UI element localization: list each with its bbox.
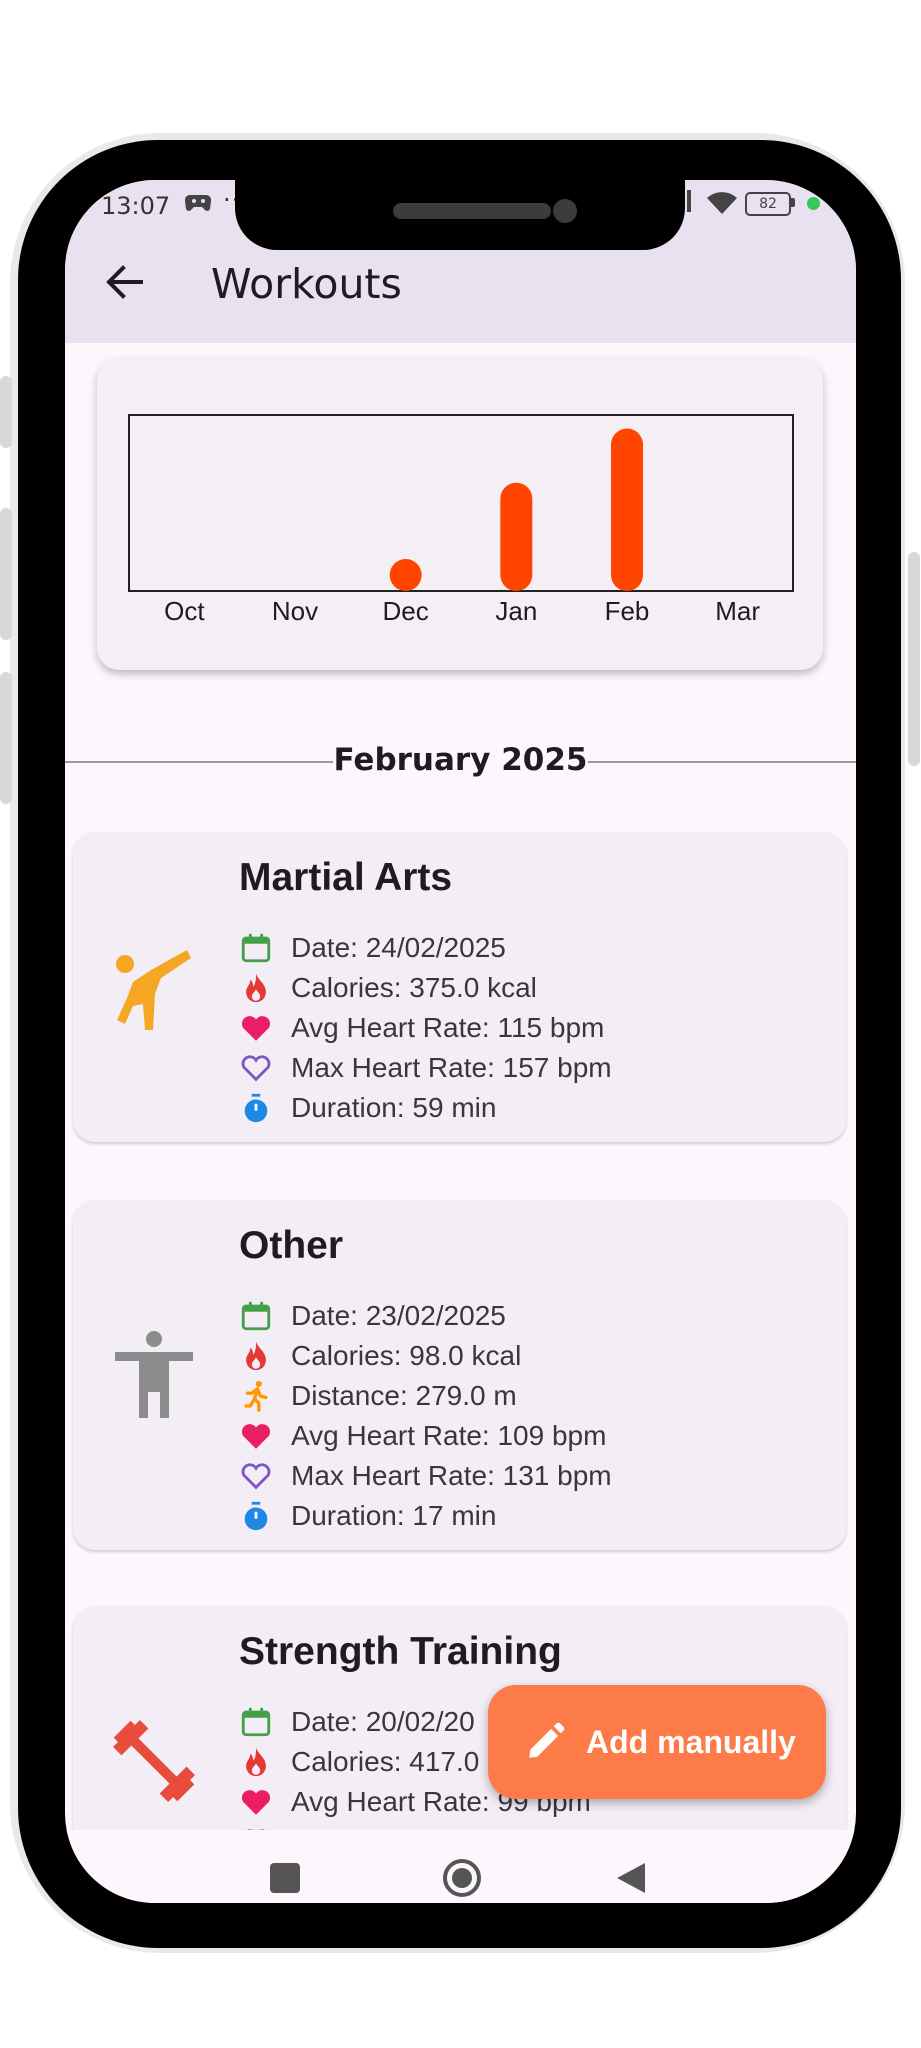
chart-tick-label: Nov — [272, 596, 318, 626]
workout-duration: Duration: 17 min — [291, 1500, 497, 1531]
chart-tick-label: Jan — [495, 596, 537, 626]
chart-bar — [500, 482, 533, 591]
side-button — [0, 508, 12, 640]
recents-button[interactable] — [270, 1863, 300, 1893]
person-icon — [113, 1330, 195, 1424]
max-heart-row: Max Heart Rate: 131 bpm — [239, 1456, 612, 1496]
timer-icon — [244, 1501, 268, 1531]
home-button[interactable] — [442, 1858, 482, 1898]
chart-bar — [389, 559, 422, 591]
fire-icon — [246, 1341, 266, 1371]
dumbbell-icon — [109, 1716, 199, 1810]
chart-bar — [611, 428, 643, 591]
date-row: Date: 24/02/2025 — [239, 928, 506, 968]
heart-outline-icon — [241, 1463, 271, 1490]
workout-card[interactable]: Martial Arts Date: 24/02/2025 Calories: … — [73, 832, 846, 1142]
workout-max-heart-rate: Max Heart Rate: 131 bpm — [291, 1460, 612, 1491]
avg-heart-row: Avg Heart Rate: 115 bpm — [239, 1008, 604, 1048]
workout-avg-heart-rate: Avg Heart Rate: 115 bpm — [291, 1012, 605, 1043]
duration-row: Duration: 59 min — [239, 1088, 496, 1128]
battery-icon: 82 — [745, 192, 791, 216]
chart-tick-label: Feb — [605, 596, 650, 626]
calories-row: Calories: 375.0 kcal — [239, 968, 537, 1008]
front-camera — [553, 199, 577, 223]
chart-card: Oct Nov Dec Jan Feb Mar — [97, 358, 823, 670]
screen: 13:07 ·· 82 Workouts Oct Nov Dec Jan Feb Mar … — [65, 180, 856, 1903]
game-controller-icon — [184, 192, 212, 218]
date-row: Date: 20/02/20 — [239, 1702, 475, 1742]
calories-row: Calories: 98.0 kcal — [239, 1336, 521, 1376]
workout-calories: Calories: 375.0 kcal — [291, 972, 537, 1003]
workout-title: Other — [239, 1224, 344, 1267]
date-row: Date: 23/02/2025 — [239, 1296, 506, 1336]
privacy-indicator — [807, 197, 820, 210]
calories-row: Calories: 417.0 — [239, 1742, 479, 1782]
calendar-icon — [241, 933, 271, 963]
workout-date: Date: 23/02/2025 — [291, 1300, 506, 1331]
workout-chart: Oct Nov Dec Jan Feb Mar — [128, 414, 794, 626]
back-nav-button[interactable] — [615, 1861, 647, 1899]
fab-label: Add manually — [586, 1723, 796, 1760]
chart-plot-area — [128, 414, 794, 592]
side-button — [0, 376, 12, 448]
workout-card[interactable]: Other Date: 23/02/2025 Calories: 98.0 kc… — [73, 1200, 846, 1550]
workout-distance: Distance: 279.0 m — [291, 1380, 517, 1411]
distance-row: Distance: 279.0 m — [239, 1376, 517, 1416]
add-manually-button[interactable]: Add manually — [488, 1685, 826, 1799]
workout-calories: Calories: 98.0 kcal — [291, 1340, 522, 1371]
system-nav-bar — [65, 1830, 856, 1903]
chart-tick-label: Dec — [383, 596, 429, 626]
heart-icon — [241, 1016, 271, 1041]
side-button — [908, 552, 920, 766]
wifi-icon — [705, 190, 739, 220]
month-header: February 2025 — [333, 742, 588, 778]
battery-tip — [791, 198, 795, 207]
workout-calories: Calories: 417.0 — [291, 1746, 480, 1777]
calendar-icon — [241, 1707, 271, 1737]
heart-icon — [241, 1790, 271, 1815]
timer-icon — [244, 1093, 268, 1123]
chart-tick-label: Oct — [164, 596, 205, 626]
workout-duration: Duration: 59 min — [291, 1092, 497, 1123]
workout-date: Date: 20/02/20 — [291, 1706, 475, 1737]
status-time: 13:07 — [101, 192, 171, 220]
speaker — [393, 203, 551, 219]
running-icon — [244, 1380, 268, 1412]
workout-title: Strength Training — [239, 1630, 562, 1673]
avg-heart-row: Avg Heart Rate: 109 bpm — [239, 1416, 606, 1456]
chart-tick-label: Mar — [715, 596, 760, 626]
heart-outline-icon — [241, 1055, 271, 1082]
pencil-icon — [529, 1722, 565, 1758]
duration-row: Duration: 17 min — [239, 1496, 496, 1536]
heart-icon — [241, 1424, 271, 1449]
workout-max-heart-rate: Max Heart Rate: 157 bpm — [291, 1052, 612, 1083]
fire-icon — [246, 1747, 266, 1777]
max-heart-row: Max Heart Rate: 157 bpm — [239, 1048, 612, 1088]
side-button — [0, 672, 12, 804]
back-arrow-icon[interactable] — [105, 264, 145, 304]
calendar-icon — [241, 1301, 271, 1331]
martial-arts-icon — [111, 942, 197, 1036]
workout-date: Date: 24/02/2025 — [291, 932, 506, 963]
page-title: Workouts — [211, 260, 402, 308]
workout-avg-heart-rate: Avg Heart Rate: 109 bpm — [291, 1420, 607, 1451]
signal-bar — [687, 190, 691, 212]
fire-icon — [246, 973, 266, 1003]
workout-title: Martial Arts — [239, 856, 453, 899]
